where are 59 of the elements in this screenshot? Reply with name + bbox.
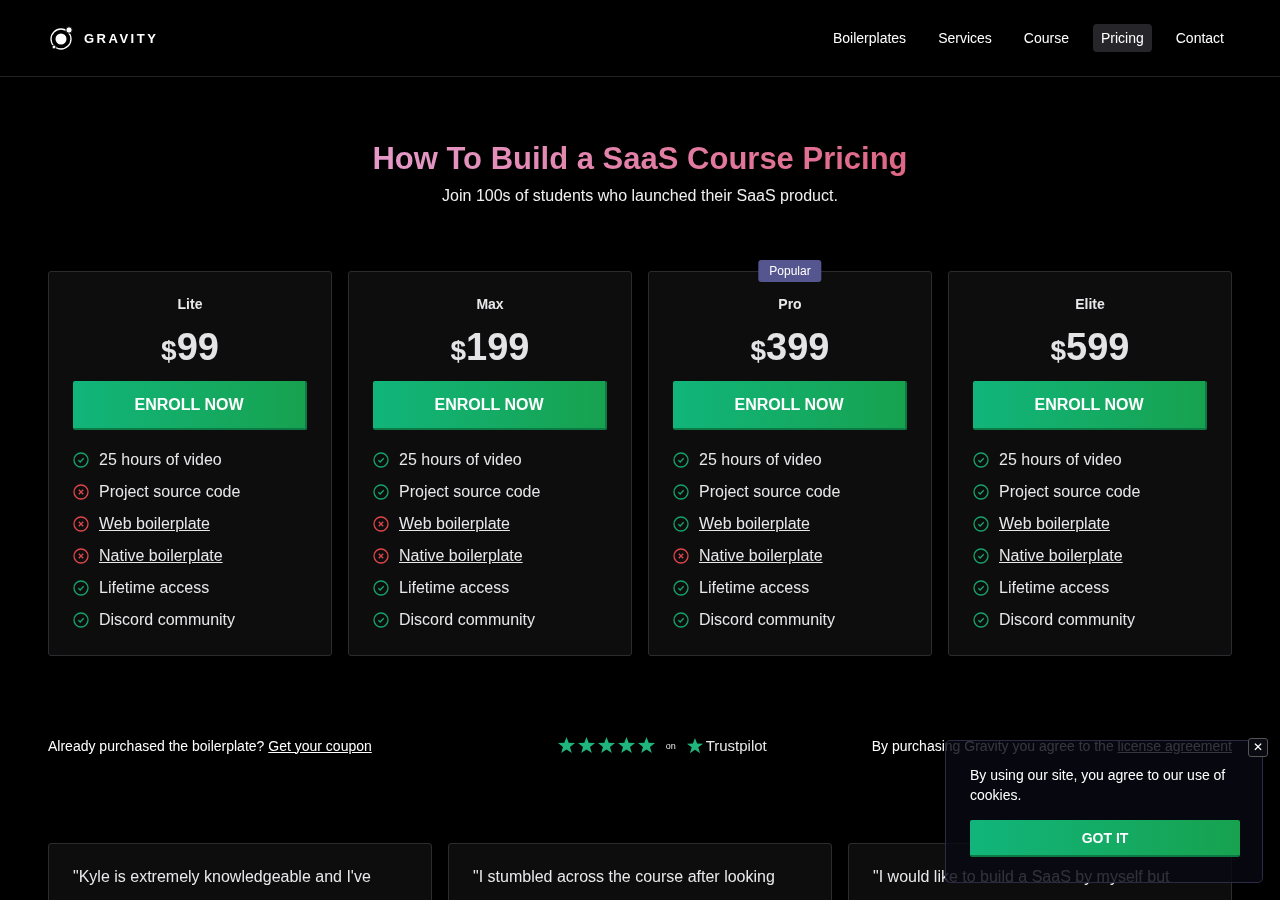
coupon-link[interactable]: Get your coupon [268,737,372,754]
feature-link[interactable]: Web boilerplate [999,515,1110,533]
currency-sign: $ [161,335,177,366]
nav-link[interactable]: Course [1015,24,1077,52]
subtitle: Join 100s of students who launched their SaaS product. [441,187,839,205]
feature-link[interactable]: Web boilerplate [399,515,510,533]
feature-link[interactable]: Web boilerplate [699,515,810,533]
plan-name: Pro [777,296,803,312]
price: 399 [766,326,830,368]
currency-sign: $ [750,335,767,366]
trustpilot-wordmark: Trustpilot [705,737,767,754]
feature-label: Discord community [699,611,836,629]
feature-label: Lifetime access [399,579,510,597]
feature-label: 25 hours of video [999,451,1122,469]
currency-sign: $ [450,335,467,366]
feature-label: Discord community [399,611,536,629]
testimonial-quote: "I stumbled across the course after looking [473,868,776,886]
feature-label: 25 hours of video [99,451,222,469]
feature-link[interactable]: Native boilerplate [399,547,523,565]
on-label: on [665,740,676,751]
feature-link[interactable]: Native boilerplate [999,547,1123,565]
feature-label: Project source code [399,483,541,501]
filled-star-icon [556,736,576,755]
filled-star-icon [596,736,616,755]
feature-label: 25 hours of video [699,451,822,469]
feature-label: Project source code [99,483,241,501]
nav-link[interactable]: Boilerplates [824,24,915,52]
cookie-message: By using our site, you agree to our use of cookies. [970,766,1227,805]
nav-link[interactable]: Services [930,24,1000,52]
feature-link[interactable]: Native boilerplate [699,547,823,565]
feature-link[interactable]: Native boilerplate [99,547,223,565]
feature-label: Project source code [999,483,1141,501]
coupon-text: Already purchased the boilerplate? Get your coupon [48,737,372,754]
feature-label: Discord community [99,611,236,629]
logo-icon [48,24,76,52]
price: 99 [176,326,219,368]
price: 599 [1066,326,1130,368]
currency-sign: $ [1050,335,1067,366]
feature-label: Project source code [699,483,841,501]
filled-star-icon [616,736,636,755]
feature-label: Lifetime access [699,579,810,597]
feature-label: Lifetime access [99,579,210,597]
filled-star-icon [576,736,596,755]
close-button[interactable]: ✕ [1248,738,1268,757]
feature-label: Lifetime access [999,579,1110,597]
feature-link[interactable]: Web boilerplate [99,515,210,533]
plan-name: Max [475,296,505,312]
plan-name: Lite [176,296,204,312]
nav-link[interactable]: Contact [1167,24,1232,52]
plan-name: Elite [1074,296,1106,312]
popular-badge: Popular [758,260,822,282]
feature-label: Discord community [999,611,1136,629]
testimonial-quote: "Kyle is extremely knowledgeable and I've [73,868,372,886]
filled-star-icon [636,736,656,755]
nav-link[interactable]: Pricing [1092,24,1152,52]
price: 199 [466,326,530,368]
feature-label: 25 hours of video [399,451,522,469]
logo-text: GRAVITY [84,30,159,46]
star-logo-icon [685,736,704,755]
